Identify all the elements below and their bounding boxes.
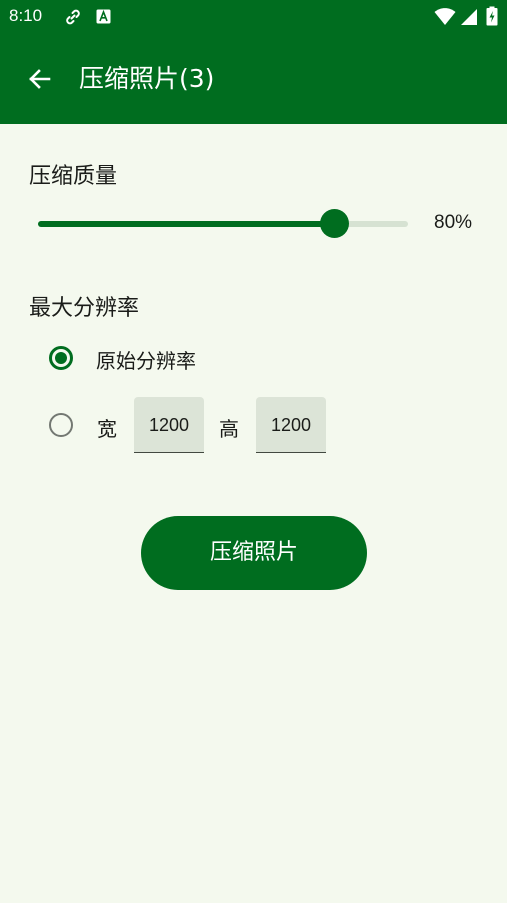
width-input[interactable]: 1200 (134, 397, 204, 453)
font-download-icon (96, 9, 111, 28)
radio-custom-resolution[interactable] (49, 413, 73, 437)
page-title: 压缩照片(3) (79, 64, 215, 93)
link-icon (64, 8, 82, 30)
wifi-icon (434, 8, 456, 30)
quality-section-title: 压缩质量 (29, 164, 118, 189)
quality-value-label: 80% (434, 212, 473, 233)
height-input[interactable]: 1200 (256, 397, 326, 453)
resolution-section-title: 最大分辨率 (29, 296, 140, 321)
radio-original-resolution[interactable] (49, 346, 73, 370)
battery-charging-icon (486, 6, 498, 30)
quality-slider[interactable] (38, 208, 410, 240)
status-bar: 8:10 (0, 0, 507, 34)
width-label: 宽 (97, 417, 117, 441)
slider-track-active (38, 221, 334, 227)
app-bar: 压缩照片(3) (0, 34, 507, 124)
back-button[interactable] (22, 61, 58, 97)
arrow-back-icon (29, 69, 51, 89)
original-resolution-label[interactable]: 原始分辨率 (96, 345, 196, 374)
signal-icon (460, 8, 478, 30)
compress-button[interactable]: 压缩照片 (141, 516, 367, 590)
slider-thumb[interactable] (320, 209, 349, 238)
height-label: 高 (219, 417, 239, 441)
status-time: 8:10 (9, 6, 43, 25)
